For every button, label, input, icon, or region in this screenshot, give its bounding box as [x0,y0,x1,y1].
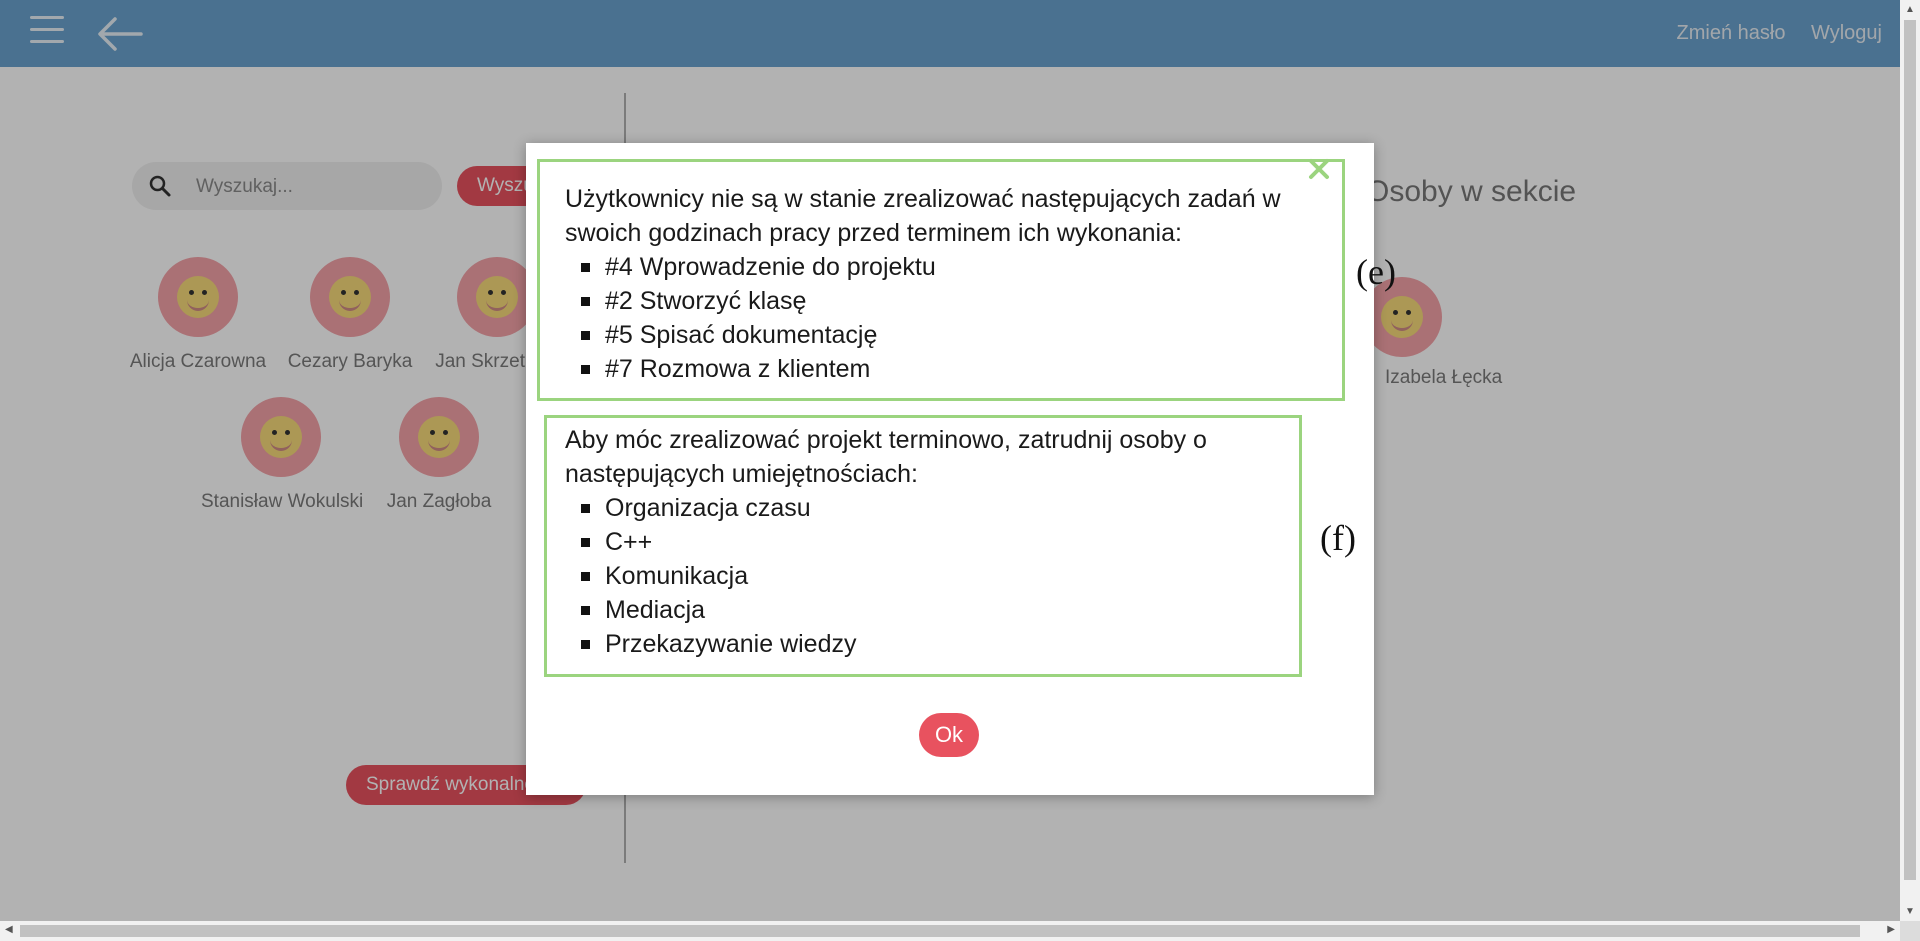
figure-label-f: (f) [1320,518,1356,558]
scrollbar-corner [1900,921,1920,941]
unfeasible-tasks-intro: Użytkownicy nie są w stanie zrealizować … [565,185,1281,247]
unfeasible-tasks-box: Użytkownicy nie są w stanie zrealizować … [537,159,1345,401]
list-item: Organizacja czasu [565,491,857,525]
horizontal-scrollbar[interactable]: ◀ ▶ [0,921,1900,941]
list-item: #7 Rozmowa z klientem [565,352,936,386]
scroll-right-icon[interactable]: ▶ [1887,924,1895,935]
feasibility-dialog: Użytkownicy nie są w stanie zrealizować … [526,143,1396,795]
scroll-down-icon[interactable]: ▼ [1905,906,1915,917]
list-item: #4 Wprowadzenie do projektu [565,250,936,284]
list-item: C++ [565,525,857,559]
list-item: Przekazywanie wiedzy [565,627,857,661]
list-item: #2 Stworzyć klasę [565,284,936,318]
list-item: #5 Spisać dokumentację [565,318,936,352]
required-skills-intro: Aby móc zrealizować projekt terminowo, z… [565,426,1207,488]
list-item: Mediacja [565,593,857,627]
list-item: Komunikacja [565,559,857,593]
figure-label-e: (e) [1356,252,1396,292]
vertical-scrollbar[interactable]: ▲ ▼ [1900,0,1920,921]
scrollbar-thumb[interactable] [20,925,1860,937]
scroll-left-icon[interactable]: ◀ [5,924,13,935]
close-icon[interactable] [1307,157,1331,181]
scroll-up-icon[interactable]: ▲ [1905,4,1915,15]
required-skills-box: Aby móc zrealizować projekt terminowo, z… [544,415,1302,677]
unfeasible-tasks-list: #4 Wprowadzenie do projektu #2 Stworzyć … [565,250,936,386]
ok-button[interactable]: Ok [919,713,979,757]
scrollbar-thumb[interactable] [1904,20,1916,880]
required-skills-list: Organizacja czasu C++ Komunikacja Mediac… [565,491,857,661]
